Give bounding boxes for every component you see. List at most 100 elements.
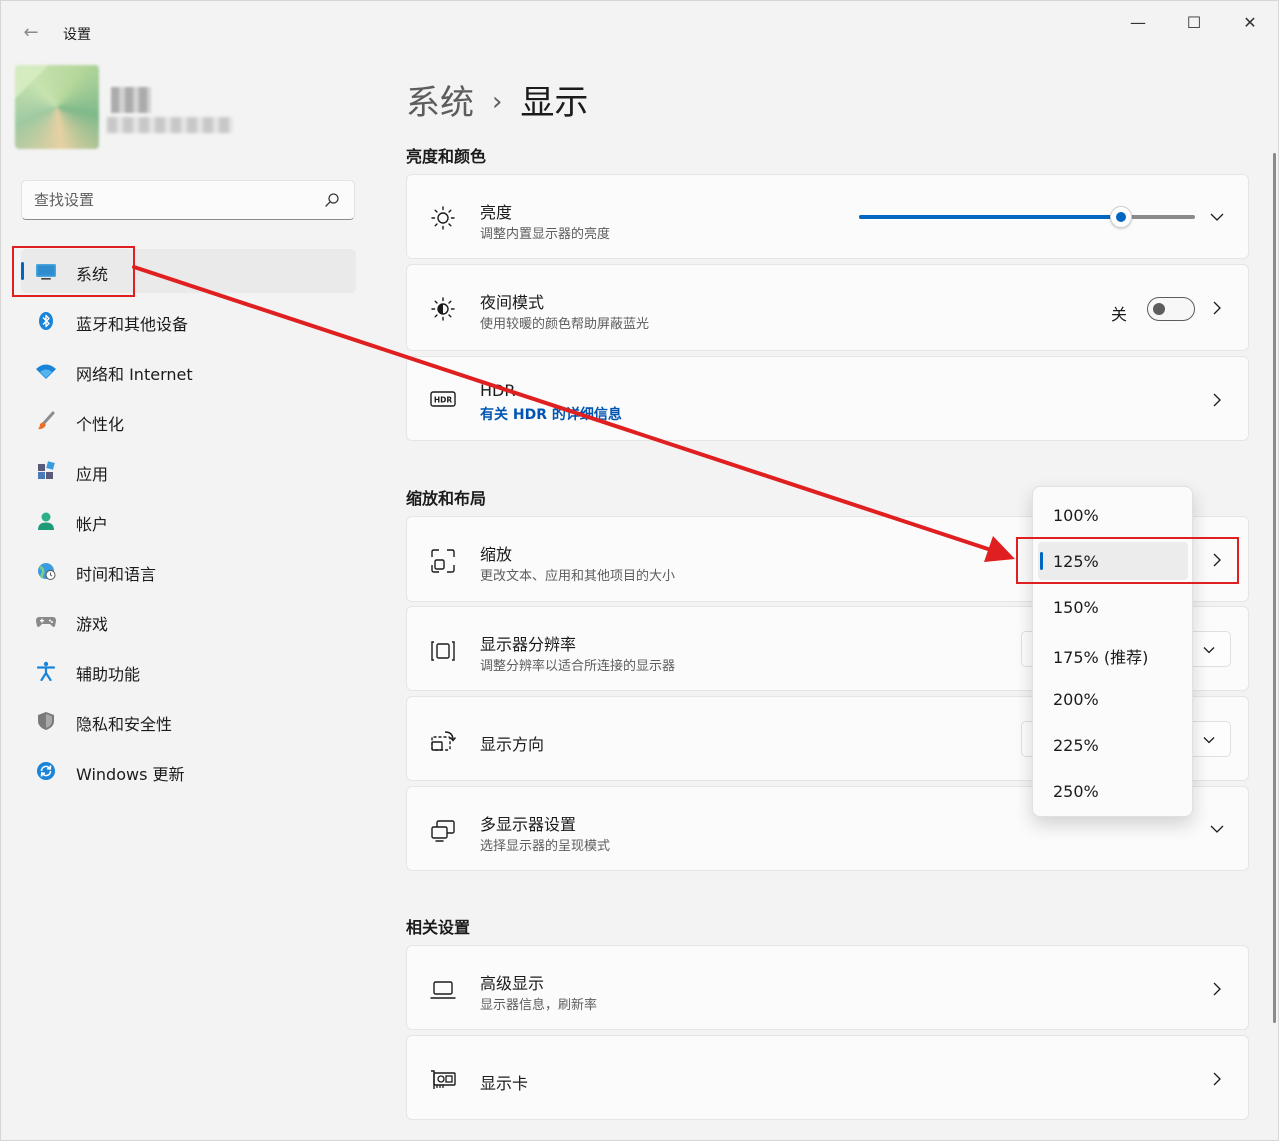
section-title-scale-layout: 缩放和布局 (406, 489, 487, 508)
sidebar-item-label: 帐户 (76, 515, 109, 534)
back-button[interactable]: ← (19, 21, 43, 45)
page-title: 显示 (520, 83, 589, 123)
hdr-title: HDR (480, 381, 516, 400)
sidebar-item-system[interactable]: 系统 (21, 249, 356, 293)
slider-fill (859, 215, 1122, 219)
bluetooth-icon (39, 312, 53, 330)
sidebar-item-accessibility[interactable]: 辅助功能 (21, 649, 356, 693)
search-box[interactable] (21, 180, 355, 220)
chevron-right-icon[interactable] (1210, 1072, 1224, 1086)
chevron-down-icon[interactable] (1202, 733, 1216, 747)
selected-indicator (1040, 552, 1043, 570)
scale-option-selected[interactable]: 125% (1038, 542, 1188, 580)
brightness-subtitle: 调整内置显示器的亮度 (480, 227, 611, 242)
sidebar-item-label: 蓝牙和其他设备 (76, 315, 189, 334)
night-light-title: 夜间模式 (480, 293, 545, 312)
title-bar: ← 设置 — ☐ ✕ (1, 1, 1278, 45)
apps-icon (38, 461, 55, 479)
scale-subtitle: 更改文本、应用和其他项目的大小 (480, 569, 676, 584)
scale-option[interactable]: 100% (1038, 496, 1188, 534)
gamepad-icon (36, 617, 56, 627)
sidebar-item-windows-update[interactable]: Windows 更新 (21, 749, 356, 793)
chevron-right-icon[interactable] (1210, 553, 1224, 567)
scale-option-label: 175% (推荐) (1053, 648, 1149, 667)
graphics-title: 显示卡 (480, 1074, 529, 1093)
scale-dropdown-menu: 100% 125% 150% 175% (推荐) 200% 225% 250% (1032, 486, 1193, 817)
sidebar-item-bluetooth[interactable]: 蓝牙和其他设备 (21, 299, 356, 343)
toggle-state-label: 关 (1111, 305, 1128, 324)
chevron-down-icon[interactable] (1202, 643, 1216, 657)
scrollbar[interactable] (1273, 153, 1276, 1023)
section-title-related: 相关设置 (406, 918, 471, 937)
chevron-down-icon[interactable] (1210, 822, 1224, 836)
sidebar-item-accounts[interactable]: 帐户 (21, 499, 356, 543)
brightness-slider[interactable] (859, 206, 1195, 228)
sidebar-item-apps[interactable]: 应用 (21, 449, 356, 493)
advanced-display-title: 高级显示 (480, 974, 545, 993)
scale-icon (431, 549, 455, 573)
sidebar-item-privacy[interactable]: 隐私和安全性 (21, 699, 356, 743)
scale-option-label: 100% (1053, 506, 1099, 525)
sidebar-item-time-language[interactable]: 时间和语言 (21, 549, 356, 593)
close-button[interactable]: ✕ (1227, 11, 1273, 35)
chevron-right-icon[interactable] (1210, 301, 1224, 315)
user-profile[interactable] (15, 65, 245, 155)
hdr-info-link[interactable]: 有关 HDR 的详细信息 (480, 404, 622, 424)
resolution-title: 显示器分辨率 (480, 635, 577, 654)
scale-option[interactable]: 175% (推荐) (1038, 634, 1188, 672)
hdr-card[interactable]: HDR HDR 有关 HDR 的详细信息 (406, 356, 1249, 441)
breadcrumb-parent[interactable]: 系统 (406, 83, 474, 123)
sidebar-item-personalization[interactable]: 个性化 (21, 399, 356, 443)
accessibility-icon (36, 661, 56, 681)
slider-thumb[interactable] (1110, 206, 1133, 228)
night-light-icon (431, 297, 455, 321)
graphics-card[interactable]: 显示卡 (406, 1035, 1249, 1120)
brightness-card[interactable]: 亮度 调整内置显示器的亮度 (406, 174, 1249, 259)
advanced-display-card[interactable]: 高级显示 显示器信息，刷新率 (406, 945, 1249, 1030)
breadcrumb: 系统 › 显示 (406, 75, 588, 124)
chevron-down-icon[interactable] (1210, 210, 1224, 224)
resolution-subtitle: 调整分辨率以适合所连接的显示器 (480, 659, 676, 674)
brightness-title: 亮度 (480, 203, 513, 222)
paintbrush-icon (38, 411, 55, 430)
shield-icon (38, 712, 54, 730)
search-input[interactable] (34, 189, 314, 211)
gpu-icon (431, 1070, 456, 1089)
night-light-toggle[interactable] (1147, 297, 1195, 321)
settings-window: ← 设置 — ☐ ✕ 系统 (0, 0, 1279, 1141)
sidebar-item-label: 系统 (76, 265, 109, 284)
chevron-right-icon[interactable] (1210, 982, 1224, 996)
active-indicator (21, 262, 24, 280)
sidebar-item-label: Windows 更新 (76, 765, 185, 784)
section-title-brightness-color: 亮度和颜色 (406, 147, 487, 166)
scale-option-label: 150% (1053, 598, 1099, 617)
scale-option-label: 125% (1053, 552, 1099, 571)
resolution-icon (431, 641, 455, 661)
scale-option-label: 200% (1053, 690, 1099, 709)
maximize-button[interactable]: ☐ (1171, 11, 1217, 35)
sidebar-item-gaming[interactable]: 游戏 (21, 599, 356, 643)
scale-option[interactable]: 150% (1038, 588, 1188, 626)
user-name-blurred (111, 87, 151, 113)
scale-option[interactable]: 200% (1038, 680, 1188, 718)
wifi-icon (36, 364, 56, 379)
sidebar-item-label: 游戏 (76, 615, 109, 634)
scale-option[interactable]: 250% (1038, 772, 1188, 810)
chevron-right-icon[interactable] (1210, 393, 1224, 407)
sidebar-item-label: 网络和 Internet (76, 365, 193, 384)
sidebar-item-label: 时间和语言 (76, 565, 157, 584)
monitor-icon (36, 264, 56, 280)
sidebar-item-label: 隐私和安全性 (76, 715, 173, 734)
user-email-blurred (107, 117, 233, 133)
person-icon (38, 512, 54, 530)
minimize-button[interactable]: — (1115, 11, 1161, 35)
app-title: 设置 (63, 27, 91, 43)
scale-option-label: 225% (1053, 736, 1099, 755)
globe-clock-icon (38, 563, 56, 580)
avatar (15, 65, 99, 149)
sidebar-item-label: 辅助功能 (76, 665, 141, 684)
scale-option[interactable]: 225% (1038, 726, 1188, 764)
search-icon[interactable] (324, 192, 340, 208)
sidebar-item-network[interactable]: 网络和 Internet (21, 349, 356, 393)
night-light-card[interactable]: 夜间模式 使用较暖的颜色帮助屏蔽蓝光 关 (406, 264, 1249, 351)
